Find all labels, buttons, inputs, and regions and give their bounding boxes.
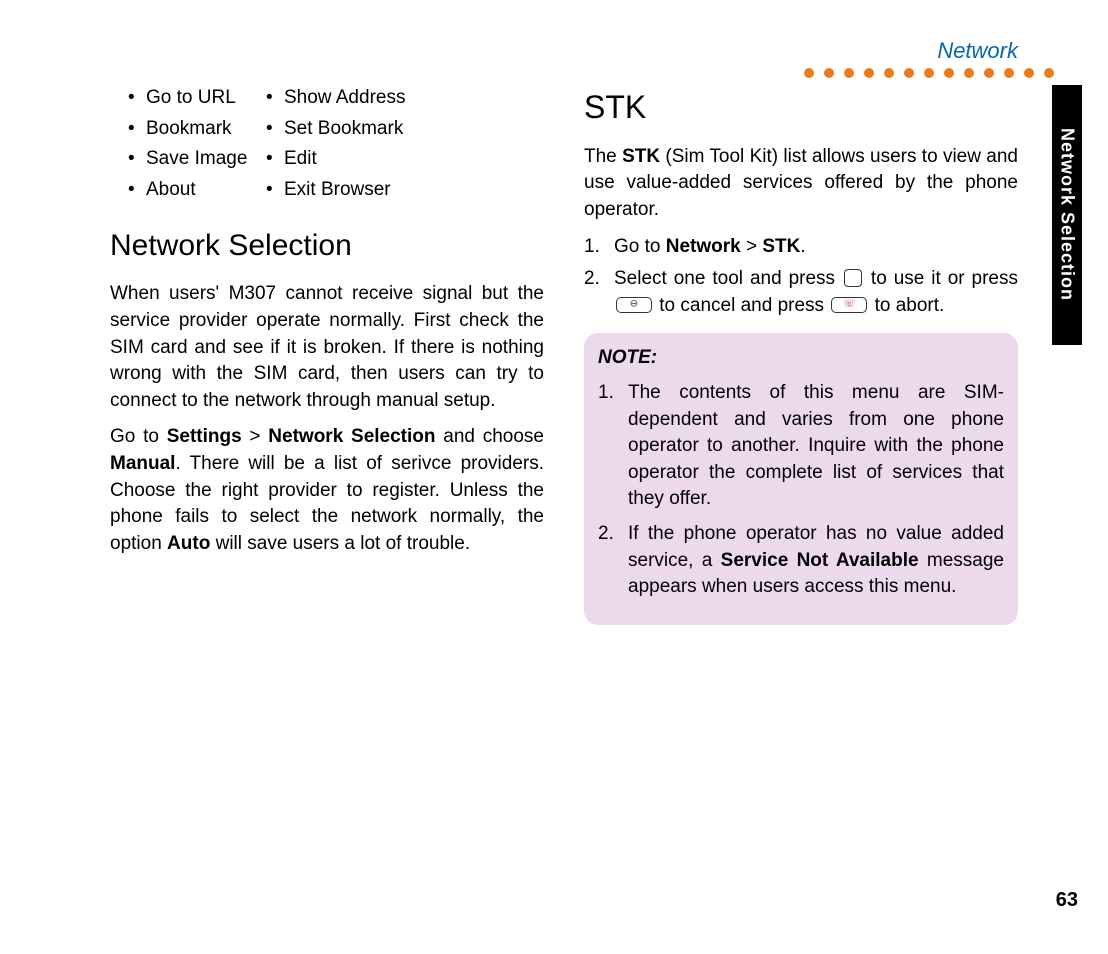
bullet-icon: • (266, 116, 284, 143)
note-item: 2. If the phone operator has no value ad… (598, 521, 1004, 601)
paragraph: When users' M307 cannot receive signal b… (110, 281, 544, 414)
content-columns: •Go to URL •Show Address •Bookmark •Set … (110, 85, 1018, 625)
note-item: 1. The contents of this menu are SIM-dep… (598, 380, 1004, 513)
side-tab: Network Selection (1052, 85, 1082, 345)
note-title: NOTE: (598, 345, 1004, 372)
back-key-icon: ⊖ (616, 297, 652, 313)
note-number: 1. (598, 380, 628, 513)
browser-menu-list: •Go to URL •Show Address •Bookmark •Set … (128, 85, 544, 203)
bullet-icon: • (128, 85, 146, 112)
step-item: 2. Select one tool and press to use it o… (584, 266, 1018, 319)
paragraph: The STK (Sim Tool Kit) list allows users… (584, 144, 1018, 224)
left-column: •Go to URL •Show Address •Bookmark •Set … (110, 85, 544, 625)
section-heading-network-selection: Network Selection (110, 225, 544, 267)
step-item: 1. Go to Network > STK. (584, 234, 1018, 261)
ok-key-icon (844, 269, 862, 287)
step-number: 2. (584, 266, 614, 319)
decorative-dots (804, 68, 1054, 78)
section-heading-stk: STK (584, 85, 1018, 130)
side-tab-label: Network Selection (1057, 128, 1078, 301)
list-item: About (146, 177, 266, 204)
bullet-icon: • (266, 85, 284, 112)
chapter-label: Network (937, 38, 1018, 64)
note-box: NOTE: 1. The contents of this menu are S… (584, 333, 1018, 624)
end-key-icon: ☏ (831, 297, 867, 313)
list-item: Set Bookmark (284, 116, 544, 143)
ordered-steps: 1. Go to Network > STK. 2. Select one to… (584, 234, 1018, 320)
list-item: Bookmark (146, 116, 266, 143)
step-number: 1. (584, 234, 614, 261)
list-item: Go to URL (146, 85, 266, 112)
bullet-icon: • (128, 146, 146, 173)
page-number: 63 (1056, 889, 1078, 912)
bullet-icon: • (128, 177, 146, 204)
right-column: STK The STK (Sim Tool Kit) list allows u… (584, 85, 1018, 625)
paragraph: Go to Settings > Network Selection and c… (110, 424, 544, 557)
list-item: Show Address (284, 85, 544, 112)
bullet-icon: • (266, 177, 284, 204)
bullet-icon: • (266, 146, 284, 173)
bullet-icon: • (128, 116, 146, 143)
list-item: Edit (284, 146, 544, 173)
list-item: Exit Browser (284, 177, 544, 204)
note-number: 2. (598, 521, 628, 601)
list-item: Save Image (146, 146, 266, 173)
